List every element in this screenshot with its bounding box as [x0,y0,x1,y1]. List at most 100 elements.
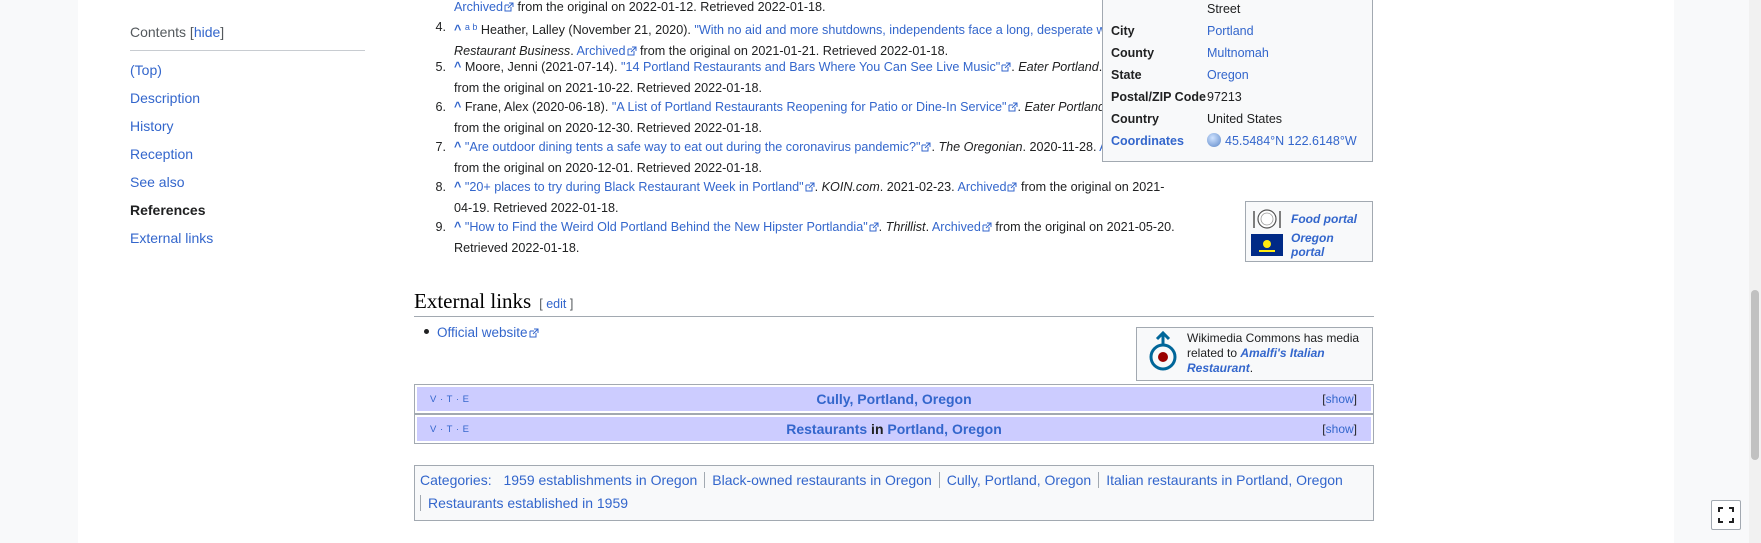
infobox-label: Country [1111,112,1159,126]
reference-title-link[interactable]: "With no aid and more shutdowns, indepen… [694,23,1134,37]
edit-section-link[interactable]: edit [546,297,566,311]
list-bullet [424,329,429,334]
archived-link[interactable]: Archived [454,0,503,14]
external-link-icon [529,328,539,338]
external-link-icon [627,46,637,55]
reference-number: 6. [435,100,446,114]
archived-link[interactable]: Archived [577,44,626,58]
infobox-street: Street [1207,2,1241,16]
reference-title-link[interactable]: "A List of Portland Restaurants Reopenin… [612,100,1007,114]
reference-number: 4. [435,20,446,34]
food-portal-icon [1253,209,1281,229]
table-of-contents: Contents [hide] (Top) Description History R… [130,24,365,247]
reference-number: 5. [435,60,446,74]
archived-link[interactable]: Archived [932,220,981,234]
reference-item: 4. ^ a b Heather, Lalley (November 21, 20… [435,17,1181,61]
vte-links[interactable]: V · T · E [430,424,470,435]
infobox-row: Country United States [1111,111,1364,127]
navbox-show-toggle[interactable]: [show] [1322,392,1357,406]
navbox-title: Restaurants in Portland, Oregon [786,421,1002,437]
archived-link[interactable]: Archived [957,180,1006,194]
backlink-caret[interactable]: ^ [454,180,461,194]
toc-item[interactable]: External links [130,229,365,247]
reference-item: 7. ^ "Are outdoor dining tents a safe way… [435,137,1181,178]
toc-item[interactable]: History [130,117,365,135]
categories-label-link[interactable]: Categories: [420,472,492,488]
navbox-title: Cully, Portland, Oregon [417,391,1371,407]
category-link[interactable]: Italian restaurants in Portland, Oregon [1098,472,1350,488]
reference-number: 7. [435,140,446,154]
infobox-row: Postal/ZIP Code 97213 [1111,89,1364,105]
toc-item[interactable]: Reception [130,145,365,163]
infobox-row: City Portland [1111,23,1364,39]
categories-box: Categories: 1959 establishments in Orego… [414,465,1374,521]
infobox-row: Coordinates 45.5484°N 122.6148°W [1111,133,1364,149]
reference-item: 6. ^ Frane, Alex (2020-06-18). "A List of… [435,97,1181,138]
navbox-title-link[interactable]: Portland, Oregon [887,421,1001,437]
globe-icon[interactable] [1207,133,1221,147]
backlink-caret[interactable]: ^ [454,23,461,37]
external-link-icon [1008,102,1018,112]
backlink-caret[interactable]: ^ [454,60,461,74]
infobox-value[interactable]: Portland [1207,24,1254,38]
reference-title-link[interactable]: "20+ places to try during Black Restaura… [465,180,804,194]
scrollbar-thumb[interactable] [1751,290,1759,460]
external-link-icon [869,222,879,232]
infobox: Street City Portland County Multnomah State O… [1102,0,1373,162]
reference-title-link[interactable]: "How to Find the Weird Old Portland Behi… [465,220,868,234]
external-link-icon [1007,182,1017,192]
wikimedia-commons-icon [1149,331,1177,371]
navbox-title-link[interactable]: Cully, Portland, Oregon [816,391,971,407]
reference-number: 8. [435,180,446,194]
reference-item: 5. ^ Moore, Jenni (2021-07-14). "14 Portl… [435,57,1181,98]
backlink-letters[interactable]: a b [465,22,478,32]
scrollbar[interactable] [1749,0,1761,543]
infobox-value: 97213 [1207,90,1242,104]
category-link[interactable]: Cully, Portland, Oregon [938,472,1099,488]
toc-item[interactable]: See also [130,173,365,191]
official-website-link[interactable]: Official website [437,325,528,340]
navbox-title-link[interactable]: Restaurants [786,421,867,437]
external-link-icon [982,222,992,232]
infobox-value[interactable]: Multnomah [1207,46,1269,60]
infobox-value[interactable]: Oregon [1207,68,1249,82]
external-links-heading: External links[ edit ] [414,289,1374,317]
infobox-label: City [1111,24,1135,38]
toc-item[interactable]: Description [130,89,365,107]
backlink-caret[interactable]: ^ [454,220,461,234]
category-link[interactable]: Black-owned restaurants in Oregon [704,472,939,488]
reference-item: Archived from the original on 2022-01-12… [454,0,826,14]
category-link[interactable]: 1959 establishments in Oregon [495,472,704,488]
infobox-label: State [1111,68,1142,82]
fullscreen-button[interactable] [1711,500,1741,530]
external-links-list: Official website [424,325,539,340]
toc-item[interactable]: References [130,201,365,219]
toc-hide-link[interactable]: hide [194,24,220,40]
reference-title-link[interactable]: "14 Portland Restaurants and Bars Where … [621,60,1000,74]
infobox-value[interactable]: 45.5484°N 122.6148°W [1225,134,1357,148]
reference-title-link[interactable]: "Are outdoor dining tents a safe way to … [465,140,921,154]
oregon-portal-link[interactable]: Oregon portal [1291,231,1367,259]
external-link-icon [805,182,815,192]
infobox-row: State Oregon [1111,67,1364,83]
toc-item[interactable]: (Top) [130,61,365,79]
oregon-flag-icon [1251,234,1283,256]
vte-links[interactable]: V · T · E [430,394,470,405]
fullscreen-icon [1718,507,1734,523]
reference-item: 9. ^ "How to Find the Weird Old Portland … [435,217,1181,258]
navbox: V · T · E Restaurants in Portland, Oregon… [414,414,1374,444]
infobox-label[interactable]: Coordinates [1111,133,1207,149]
external-link-icon [504,2,514,12]
infobox-label: County [1111,46,1155,60]
portal-box: Food portal Oregon portal [1245,201,1373,262]
backlink-caret[interactable]: ^ [454,140,461,154]
reference-number: 9. [435,220,446,234]
external-link-icon [1001,62,1011,72]
food-portal-link[interactable]: Food portal [1291,212,1357,226]
navbox-show-toggle[interactable]: [show] [1322,422,1357,436]
commons-box: Wikimedia Commons has media related to A… [1136,327,1373,381]
backlink-caret[interactable]: ^ [454,100,461,114]
navbox: V · T · E Cully, Portland, Oregon [show] [414,384,1374,414]
toc-title: Contents [hide] [130,24,365,51]
category-link[interactable]: Restaurants established in 1959 [420,495,636,511]
